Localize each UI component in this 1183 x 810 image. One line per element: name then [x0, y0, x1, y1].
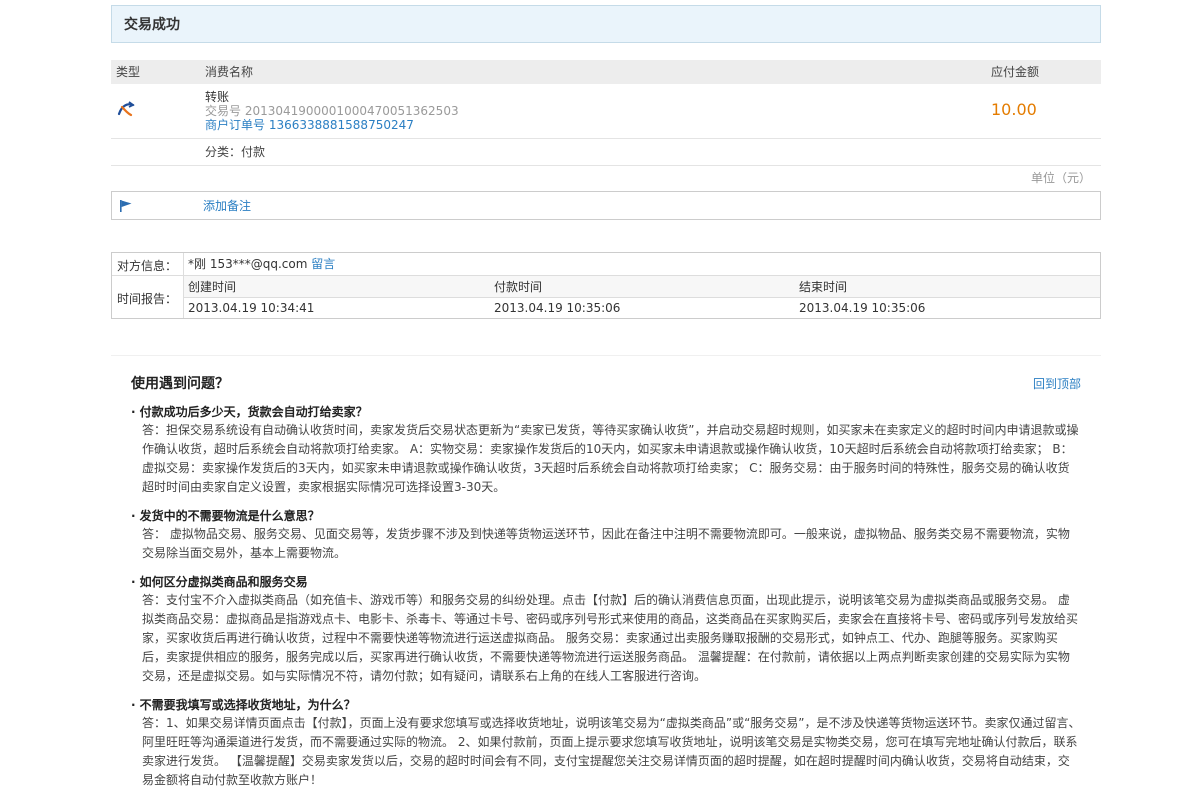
faq-answer: 答：支付宝不介入虚拟类商品（如充值卡、游戏币等）和服务交易的纠纷处理。点击【付款…	[142, 593, 1079, 683]
counterparty-value: *刚 153***@qq.com	[188, 257, 308, 271]
created-time-header: 创建时间	[188, 280, 237, 294]
unit-label: 单位（元）	[1030, 171, 1091, 185]
time-label: 时间报告：	[117, 292, 178, 306]
trade-detail: 交易成功 类型 消费名称 应付金额 转账 交易号 201304190000100…	[111, 5, 1101, 319]
order-row: 转账 交易号 2013041900001000470051362503 商户订单…	[111, 84, 1101, 139]
faq-item: 付款成功后多少天，货款会自动打给卖家？ 答：担保交易系统设有自动确认收货时间，卖…	[111, 403, 1101, 497]
faq-section: 使用遇到问题？ 回到顶部 付款成功后多少天，货款会自动打给卖家？ 答：担保交易系…	[111, 355, 1101, 800]
trade-number: 交易号 2013041900001000470051362503	[205, 104, 459, 118]
merchant-order-number[interactable]: 商户订单号 1366338881588750247	[205, 118, 414, 132]
paid-time-header: 付款时间	[494, 280, 543, 294]
category-row: 分类：付款	[111, 139, 1101, 166]
add-note-box: 添加备注	[111, 191, 1101, 220]
faq-item: 发货中的不需要物流是什么意思？ 答： 虚拟物品交易、服务交易、见面交易等，发货步…	[111, 507, 1101, 563]
end-time-header: 结束时间	[799, 280, 848, 294]
faq-answer: 答： 虚拟物品交易、服务交易、见面交易等，发货步骤不涉及到快递等货物运送环节，因…	[142, 527, 1070, 560]
faq-item: 不需要我填写或选择收货地址，为什么？ 答：1、如果交易详情页面点击【付款】，页面…	[111, 696, 1101, 790]
faq-answer: 答：担保交易系统设有自动确认收货时间，卖家发货后交易状态更新为“卖家已发货，等待…	[142, 423, 1079, 494]
status-banner: 交易成功	[111, 5, 1101, 43]
faq-item: 如何区分虚拟类商品和服务交易 答：支付宝不介入虚拟类商品（如充值卡、游戏币等）和…	[111, 573, 1101, 686]
back-to-top-link[interactable]: 回到顶部	[1033, 375, 1081, 392]
end-time-value: 2013.04.19 10:35:06	[799, 301, 926, 315]
counterparty-label: 对方信息：	[117, 259, 178, 273]
faq-header: 使用遇到问题？ 回到顶部	[111, 373, 1101, 403]
order-table: 类型 消费名称 应付金额 转账 交易号 20130419000010004700…	[111, 60, 1101, 190]
category-text: 分类：付款	[205, 145, 266, 159]
time-report-row: 时间报告： 创建时间 付款时间 结束时间 2013.04.19 10:34:41…	[112, 276, 1100, 318]
faq-title: 使用遇到问题？	[131, 376, 229, 392]
counterparty-info: *刚 153***@qq.com 留言	[188, 257, 335, 271]
header-type: 类型	[116, 65, 141, 79]
order-table-header: 类型 消费名称 应付金额	[111, 60, 1101, 84]
time-label-cell: 时间报告：	[112, 276, 184, 318]
amount-value: 10.00	[991, 100, 1037, 119]
faq-question: 如何区分虚拟类商品和服务交易	[131, 573, 1081, 591]
time-header-row	[184, 276, 1100, 298]
counterparty-row: 对方信息： *刚 153***@qq.com 留言	[112, 253, 1100, 276]
status-title: 交易成功	[124, 17, 180, 33]
faq-question: 付款成功后多少天，货款会自动打给卖家？	[131, 403, 1081, 421]
created-time-value: 2013.04.19 10:34:41	[188, 301, 315, 315]
header-name: 消费名称	[205, 65, 254, 79]
header-amount: 应付金额	[991, 65, 1040, 79]
item-name: 转账	[205, 90, 230, 104]
faq-question: 不需要我填写或选择收货地址，为什么？	[131, 696, 1081, 714]
faq-answer: 答：1、如果交易详情页面点击【付款】，页面上没有要求您填写或选择收货地址，说明该…	[142, 716, 1081, 787]
trade-info-table: 对方信息： *刚 153***@qq.com 留言 时间报告： 创建时间 付款时…	[111, 252, 1101, 319]
faq-question: 发货中的不需要物流是什么意思？	[131, 507, 1081, 525]
paid-time-value: 2013.04.19 10:35:06	[494, 301, 621, 315]
counterparty-label-cell: 对方信息：	[112, 253, 184, 275]
add-note-link[interactable]: 添加备注	[203, 199, 251, 213]
message-link[interactable]: 留言	[311, 257, 335, 271]
flag-icon	[120, 200, 132, 212]
transfer-icon	[117, 101, 135, 117]
